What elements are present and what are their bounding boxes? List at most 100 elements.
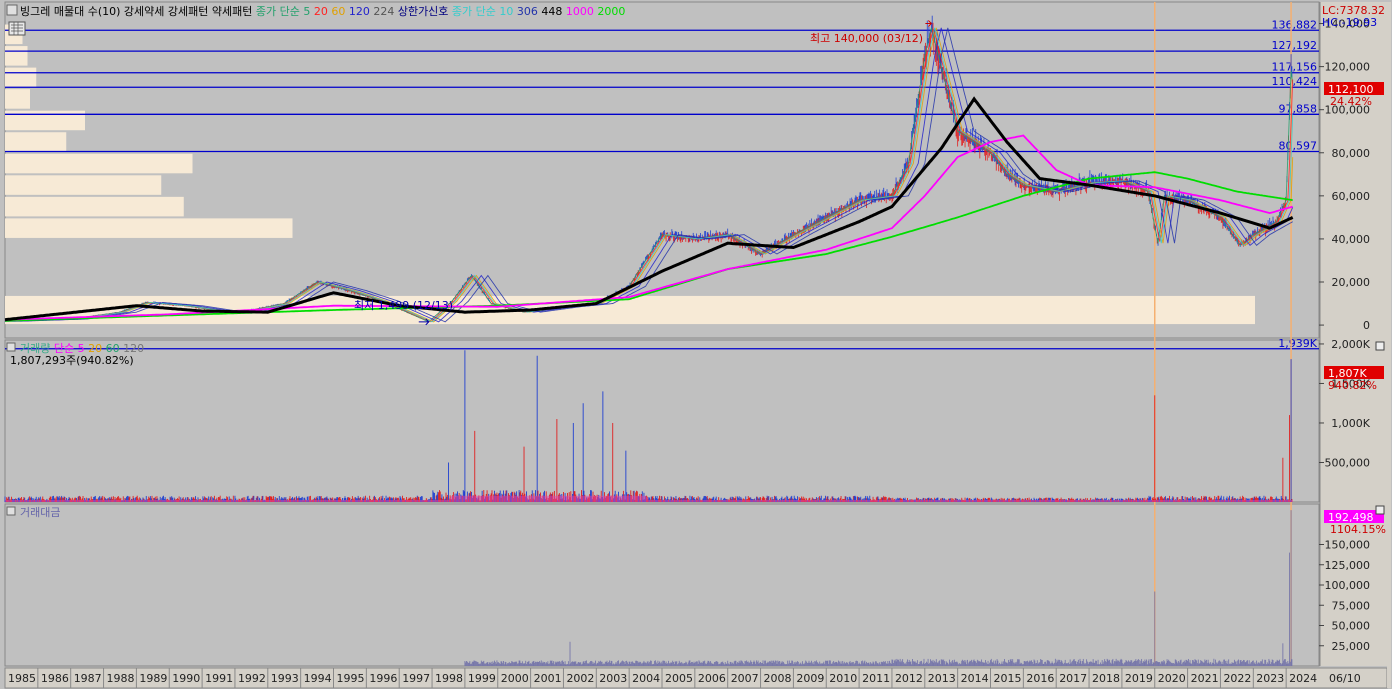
x-tick-label: 1989: [139, 672, 167, 685]
legend-entry: 60: [328, 5, 346, 18]
legend-entry: 2000: [594, 5, 626, 18]
x-tick-label: 1987: [74, 672, 102, 685]
legend-entry: 종가 단순 10: [448, 5, 513, 18]
resistance-label: 97,858: [1279, 102, 1318, 115]
y-tick-label: 0: [1363, 319, 1370, 332]
x-tick-label: 2007: [731, 672, 759, 685]
volume-profile-bar: [5, 110, 85, 131]
svg-text:빙그레 매물대 수(10) 강세약세 강세패턴 약세패턴: 빙그레 매물대 수(10) 강세약세 강세패턴 약세패턴 종가 단순 5 20 …: [20, 4, 625, 18]
volume-profile-bar: [5, 67, 37, 88]
y-tick-label: 100,000: [1325, 579, 1371, 592]
x-tick-label: 1992: [238, 672, 266, 685]
volume-close-icon[interactable]: [1375, 341, 1385, 351]
legend-entry: 빙그레 매물대 수(10): [20, 5, 120, 18]
x-tick-label: 2003: [599, 672, 627, 685]
x-tick-label: 1996: [369, 672, 397, 685]
resistance-label: 117,156: [1272, 61, 1318, 74]
y-tick-label: 50,000: [1332, 620, 1371, 633]
legend-entry: 강세약세 강세패턴: [120, 4, 208, 18]
legend-entry: 상한가신호: [394, 5, 448, 18]
y-tick-label: 75,000: [1332, 599, 1371, 612]
y-tick-label: 150,000: [1325, 539, 1371, 552]
x-tick-label: 1994: [304, 672, 332, 685]
x-tick-label: 2002: [566, 672, 594, 685]
x-tick-label: 2004: [632, 672, 660, 685]
x-tick-label: 1993: [271, 672, 299, 685]
legend-entry: 20: [310, 5, 328, 18]
x-tick-label: 1990: [172, 672, 200, 685]
volume-profile-bar: [5, 153, 193, 174]
x-tick-label: 1985: [8, 672, 36, 685]
y-tick-label: 120,000: [1325, 61, 1371, 74]
x-tick-label: 2020: [1158, 672, 1186, 685]
x-tick-label: 2005: [665, 672, 693, 685]
x-tick-label: 2014: [961, 672, 989, 685]
x-tick-label: 1998: [435, 672, 463, 685]
low-annotation: 최저 1,499 (12/13): [354, 299, 453, 312]
resistance-label: 136,882: [1272, 18, 1318, 31]
x-tick-label: 2022: [1223, 672, 1251, 685]
y-tick-label: 20,000: [1332, 276, 1371, 289]
y-tick-label: 500,000: [1325, 456, 1371, 469]
legend-entry: 1000: [562, 5, 594, 18]
volume-panel[interactable]: [4, 339, 1320, 503]
x-tick-label: 2019: [1125, 672, 1153, 685]
x-tick-label: 2021: [1191, 672, 1219, 685]
y-tick-label: 25,000: [1332, 640, 1371, 653]
y-tick-label: 60,000: [1332, 190, 1371, 203]
volume-badge-pct: 940.82%: [1328, 379, 1377, 392]
y-tick-label: 1,000K: [1331, 417, 1370, 430]
y-tick-label: 125,000: [1325, 559, 1371, 572]
x-tick-label: 2010: [829, 672, 857, 685]
legend-entry: 120: [345, 5, 370, 18]
volume-profile-bar: [5, 175, 162, 195]
x-tick-label: 2012: [895, 672, 923, 685]
x-tick-label: 2018: [1092, 672, 1120, 685]
x-right-label: 06/10: [1329, 672, 1361, 685]
trade-value-panel[interactable]: [4, 503, 1320, 667]
hc-label: HC:-19.93: [1322, 16, 1377, 29]
legend-entry: 종가 단순 5: [252, 5, 310, 18]
x-tick-label: 2000: [501, 672, 529, 685]
x-tick-label: 1999: [468, 672, 496, 685]
x-tick-label: 2011: [862, 672, 890, 685]
volume-profile-bar: [5, 46, 28, 66]
legend-entry: 448: [538, 5, 563, 18]
x-tick-label: 2017: [1059, 672, 1087, 685]
volume-profile-bar: [5, 218, 293, 238]
x-tick-label: 1988: [107, 672, 135, 685]
volume-profile-bar: [5, 89, 30, 109]
x-tick-label: 1986: [41, 672, 69, 685]
x-tick-label: 2009: [796, 672, 824, 685]
svg-text:거래대금: 거래대금: [20, 506, 60, 519]
price-legend: 빙그레 매물대 수(10) 강세약세 강세패턴 약세패턴 종가 단순 5 20 …: [6, 4, 625, 18]
y-tick-label: 80,000: [1332, 147, 1371, 160]
x-tick-label: 2016: [1026, 672, 1054, 685]
x-tick-label: 1995: [337, 672, 365, 685]
settings-icon[interactable]: [8, 21, 26, 36]
x-tick-label: 1997: [402, 672, 430, 685]
x-tick-label: 1991: [205, 672, 233, 685]
x-tick-label: 2001: [534, 672, 562, 685]
legend-entry: 약세패턴: [208, 4, 252, 18]
x-tick-label: 2015: [994, 672, 1022, 685]
last-change-label: 24.42%: [1330, 95, 1372, 108]
x-tick-label: 2008: [764, 672, 792, 685]
stock-chart[interactable]: 136,882 127,192 117,156110,424 97,858 80,597…: [0, 0, 1392, 689]
x-tick-label: 2024: [1289, 672, 1317, 685]
volume-profile-bar: [5, 196, 184, 217]
y-tick-label: 40,000: [1332, 233, 1371, 246]
y-tick-label: 2,000K: [1331, 338, 1370, 351]
scroll-corner[interactable]: [1387, 2, 1391, 688]
resistance-label: 80,597: [1279, 139, 1318, 152]
x-tick-label: 2023: [1256, 672, 1284, 685]
x-tick-label: 2013: [928, 672, 956, 685]
resistance-label: 110,424: [1272, 75, 1318, 88]
legend-entry: 거래대금: [20, 506, 60, 519]
volume-current: 1,807,293주(940.82%): [10, 354, 134, 367]
legend-entry: 306: [513, 5, 538, 18]
legend-entry: 224: [370, 5, 395, 18]
trade-value-close-icon[interactable]: [1375, 505, 1385, 515]
high-annotation: 최고 140,000 (03/12): [810, 32, 923, 45]
volume-hline-label: 1,939K: [1278, 337, 1317, 350]
